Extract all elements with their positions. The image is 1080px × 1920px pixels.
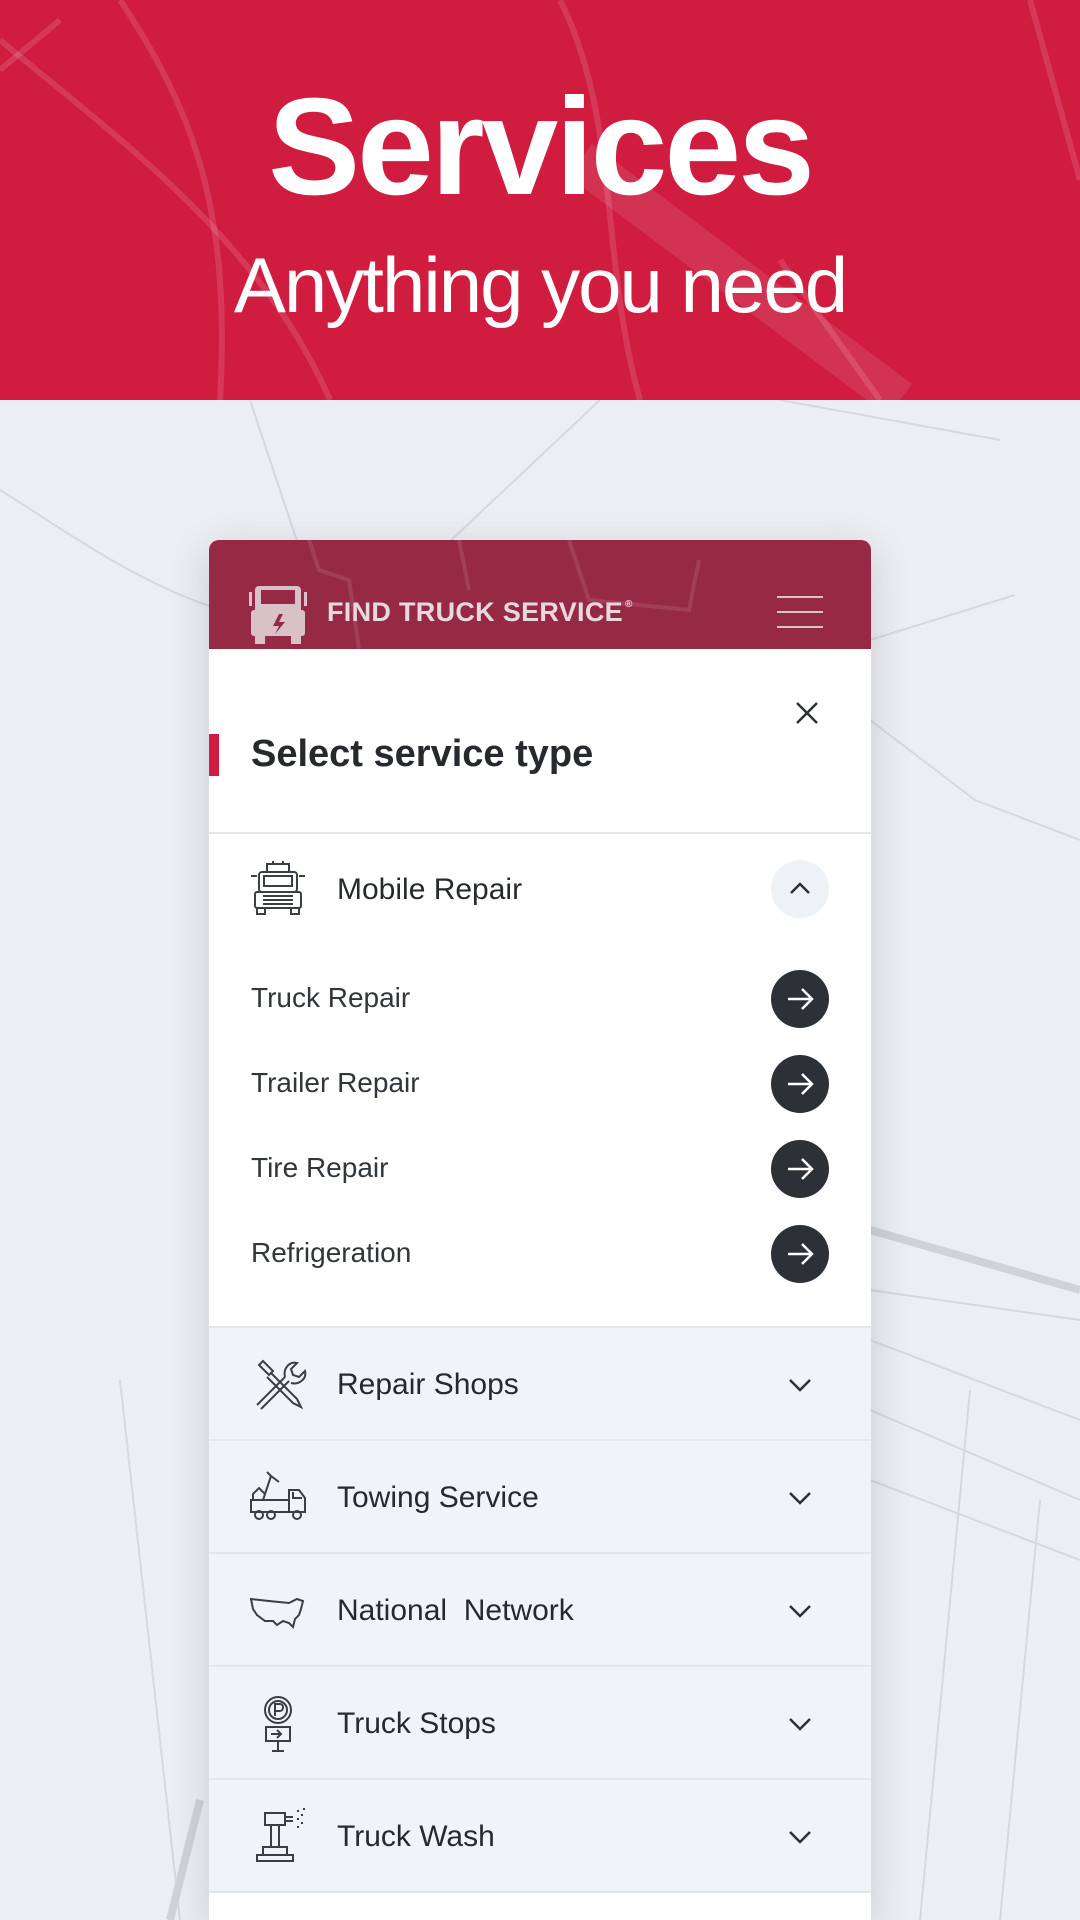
pressure-washer-icon [256,1808,305,1862]
go-button[interactable] [771,1225,829,1283]
category-label: Towing Service [337,1481,539,1514]
tow-truck-front-icon [251,861,305,915]
category-label: Truck Stops [337,1707,496,1740]
parking-sign-icon [264,1696,292,1752]
brand-name: FIND TRUCK SERVICE ® [327,597,633,628]
wrench-screwdriver-icon [256,1359,307,1410]
divider [209,832,871,834]
collapse-button[interactable] [771,860,829,918]
subitem-label: Truck Repair [251,982,411,1013]
category-label: National Network [337,1594,574,1627]
subitem-trailer-repair[interactable]: Trailer Repair [209,1043,871,1127]
chevron-down-icon [789,1718,811,1731]
go-button[interactable] [771,1055,829,1113]
arrow-right-icon [788,988,814,1010]
us-map-icon [249,1597,305,1629]
category-label: Truck Wash [337,1820,495,1853]
go-button[interactable] [771,1140,829,1198]
hero-banner: Services Anything you need [0,0,1080,400]
phone-mockup: FIND TRUCK SERVICE ® Select service type … [209,540,871,1920]
subitem-truck-repair[interactable]: Truck Repair [209,958,871,1042]
sheet-title: Select service type [251,733,594,775]
category-repair-shops[interactable]: Repair Shops [209,1326,871,1440]
close-icon[interactable] [789,695,825,731]
arrow-right-icon [788,1243,814,1265]
chevron-down-icon [789,1831,811,1844]
category-national-network[interactable]: National Network [209,1552,871,1666]
chevron-up-icon [790,882,810,894]
category-towing-service[interactable]: Towing Service [209,1439,871,1553]
brand-text: FIND TRUCK SERVICE [327,597,623,627]
truck-logo-icon [249,586,307,644]
subitem-tire-repair[interactable]: Tire Repair [209,1128,871,1212]
chevron-down-icon [789,1605,811,1618]
arrow-right-icon [788,1158,814,1180]
category-label: Repair Shops [337,1368,519,1401]
hamburger-menu-icon[interactable] [777,596,823,630]
arrow-right-icon [788,1073,814,1095]
chevron-down-icon [789,1379,811,1392]
subitem-refrigeration[interactable]: Refrigeration [209,1213,871,1297]
title-accent-bar [209,734,219,776]
registered-mark: ® [624,599,633,610]
app-header: FIND TRUCK SERVICE ® [209,540,871,649]
divider [209,1891,871,1893]
category-label: Mobile Repair [337,873,523,906]
hero-title: Services [268,70,815,224]
subitem-label: Tire Repair [251,1152,389,1183]
chevron-down-icon [789,1492,811,1505]
header-map-pattern [307,540,701,649]
tow-truck-icon [250,1471,306,1520]
category-truck-wash[interactable]: Truck Wash [209,1778,871,1892]
category-truck-stops[interactable]: Truck Stops [209,1665,871,1779]
hero-subtitle: Anything you need [233,241,848,329]
subitem-label: Refrigeration [251,1237,412,1268]
go-button[interactable] [771,970,829,1028]
subitem-label: Trailer Repair [251,1067,420,1098]
